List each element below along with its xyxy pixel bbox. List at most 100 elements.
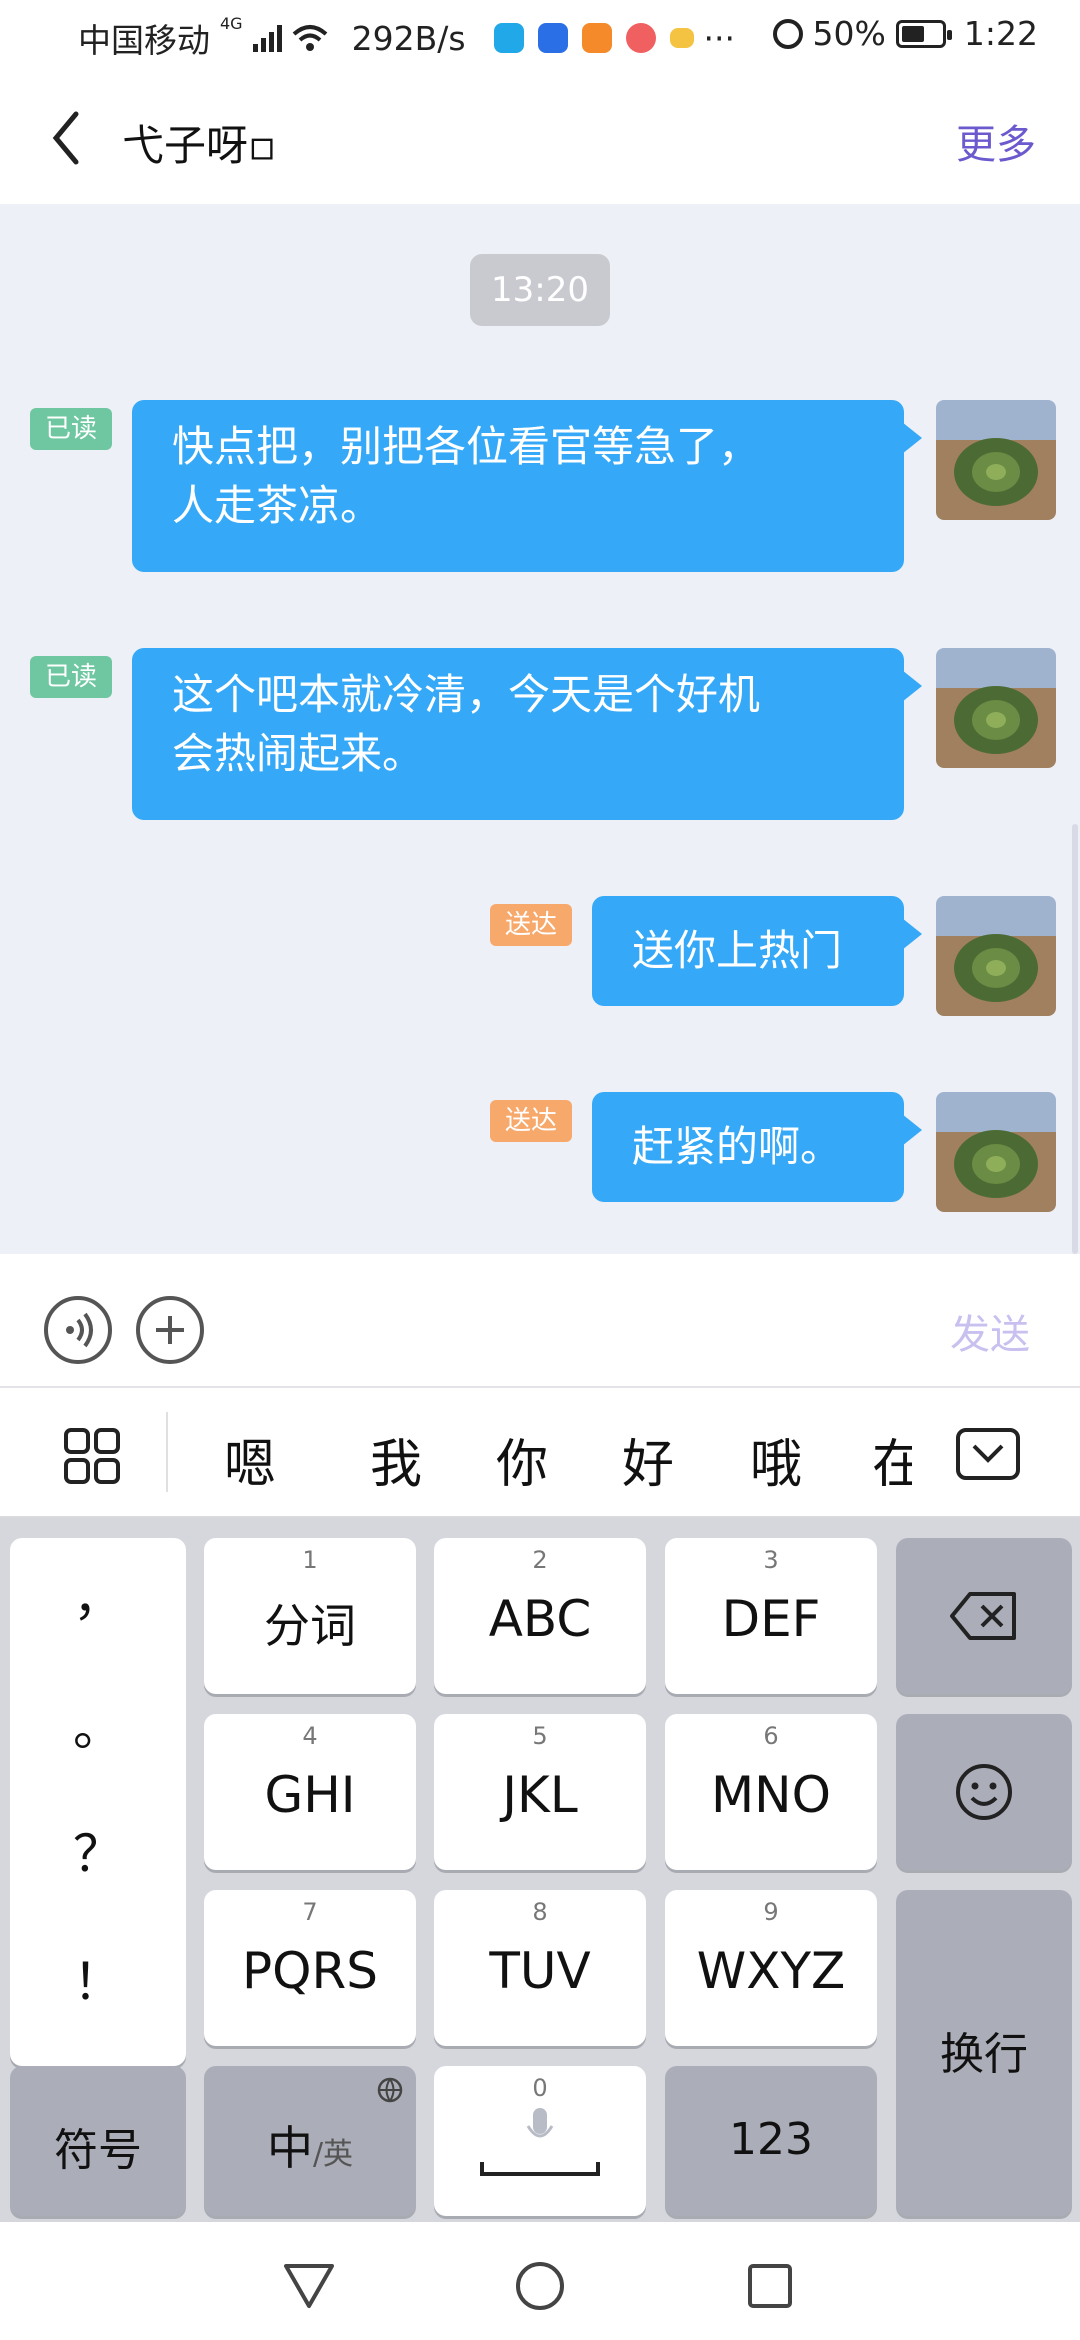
video-app-icon <box>581 23 612 53</box>
chevron-left-icon <box>52 111 79 165</box>
message-bubble[interactable]: 这个吧本就冷清，今天是个好机 会热闹起来。 <box>132 648 922 820</box>
smiley-icon <box>956 1764 1012 1820</box>
symbols-key[interactable]: 符号 <box>10 2066 186 2216</box>
send-button[interactable]: 发送 <box>950 1302 1030 1360</box>
backspace-icon <box>950 1592 1016 1640</box>
emoji-key[interactable] <box>896 1714 1072 1870</box>
more-notifications-icon: ··· <box>703 18 735 58</box>
key-1[interactable]: 1 分词 <box>204 1538 416 1694</box>
chat-message-area[interactable]: 13:20 已读 快点把，别把各位看官等急了， 人走茶凉。 已读 这个吧本就冷清… <box>0 204 1080 1254</box>
scrollbar[interactable] <box>1072 824 1078 1254</box>
battery-icon <box>895 19 952 48</box>
key-label: TUV <box>489 1942 591 2000</box>
plus-icon <box>156 1316 184 1344</box>
home-circle-icon[interactable] <box>514 2260 566 2312</box>
delivered-status-badge: 送达 <box>490 1100 572 1142</box>
lang-main-label: 中 <box>266 2121 313 2175</box>
key-number: 2 <box>532 1546 548 1574</box>
space-key[interactable]: 0 <box>434 2066 646 2216</box>
signal-icon <box>252 24 282 52</box>
message-text: 送你上热门 <box>632 926 843 975</box>
key-number: 3 <box>763 1546 779 1574</box>
ime-candidate-bar: 嗯 我 你 好 哦 在 <box>0 1388 1080 1518</box>
lang-label: 中/英 <box>204 2112 416 2178</box>
voice-button[interactable] <box>44 1296 112 1364</box>
recents-square-icon[interactable] <box>746 2262 794 2310</box>
read-status-badge: 已读 <box>30 656 112 698</box>
key-number: 0 <box>532 2074 548 2102</box>
backspace-key[interactable] <box>896 1538 1072 1694</box>
candidate-word[interactable]: 好 <box>622 1422 674 1497</box>
candidate-word[interactable]: 在 <box>872 1422 912 1492</box>
key-number: 4 <box>302 1722 318 1750</box>
delivered-status-badge: 送达 <box>490 904 572 946</box>
candidate-word[interactable]: 我 <box>370 1422 422 1497</box>
system-nav-bar <box>0 2222 1080 2340</box>
folder-app-icon <box>669 28 694 48</box>
key-label: MNO <box>711 1766 831 1824</box>
clock: 1:22 <box>963 14 1038 53</box>
add-attachment-button[interactable] <box>136 1296 204 1364</box>
back-button[interactable] <box>44 108 94 168</box>
wifi-icon <box>292 23 328 53</box>
key-4[interactable]: 4 GHI <box>204 1714 416 1870</box>
punct-period-key[interactable]: 。 <box>10 1688 186 1760</box>
globe-icon <box>377 2077 403 2103</box>
punct-exclaim-key[interactable]: ！ <box>10 1942 186 2014</box>
avatar[interactable] <box>936 896 1056 1016</box>
candidate-clip: 在 <box>872 1422 912 1492</box>
punct-comma-key[interactable]: ， <box>10 1558 186 1630</box>
back-triangle-icon[interactable] <box>282 2262 336 2310</box>
chat-header: 弋子呀▫ 更多 <box>0 72 1080 204</box>
microphone-icon <box>526 2108 554 2138</box>
key-label: DEF <box>721 1590 821 1648</box>
message-text: 人走茶凉。 <box>172 480 383 530</box>
key-label: 123 <box>729 2114 813 2165</box>
candidate-word[interactable]: 你 <box>496 1422 548 1497</box>
key-label: JKL <box>502 1766 578 1824</box>
more-button[interactable]: 更多 <box>956 112 1036 170</box>
candidate-word[interactable]: 哦 <box>750 1422 802 1497</box>
key-5[interactable]: 5 JKL <box>434 1714 646 1870</box>
status-bar: 中国移动 4G 292B/s ··· 50% 1:22 <box>0 0 1080 72</box>
avatar[interactable] <box>936 400 1056 520</box>
key-7[interactable]: 7 PQRS <box>204 1890 416 2046</box>
message-text: 会热闹起来。 <box>172 728 425 778</box>
key-8[interactable]: 8 TUV <box>434 1890 646 2046</box>
avatar[interactable] <box>936 1092 1056 1212</box>
key-2[interactable]: 2 ABC <box>434 1538 646 1694</box>
battery-percent: 50% <box>812 14 886 53</box>
key-label: 符号 <box>54 2125 142 2176</box>
voice-icon <box>66 1312 93 1348</box>
candidate-word[interactable]: 嗯 <box>224 1422 276 1497</box>
weibo-app-icon <box>625 23 656 53</box>
message-bubble[interactable]: 快点把，别把各位看官等急了， 人走茶凉。 <box>132 400 922 572</box>
key-9[interactable]: 9 WXYZ <box>665 1890 877 2046</box>
enter-key[interactable]: 换行 <box>896 1890 1072 2216</box>
alarm-icon <box>772 18 803 49</box>
punct-question-key[interactable]: ？ <box>10 1814 186 1886</box>
network-type-label: 4G <box>220 14 243 33</box>
message-text: 这个吧本就冷清，今天是个好机 <box>172 670 761 719</box>
avatar[interactable] <box>936 648 1056 768</box>
collapse-keyboard-button[interactable] <box>956 1428 1020 1480</box>
space-bar-indicator <box>480 2162 600 2176</box>
chat-title: 弋子呀▫ <box>122 121 277 170</box>
numbers-key[interactable]: 123 <box>665 2066 877 2216</box>
key-number: 9 <box>763 1898 779 1926</box>
key-3[interactable]: 3 DEF <box>665 1538 877 1694</box>
time-badge: 13:20 <box>470 254 610 326</box>
key-6[interactable]: 6 MNO <box>665 1714 877 1870</box>
key-label: GHI <box>264 1766 356 1824</box>
net-speed-label: 292B/s <box>351 18 466 58</box>
carrier-label: 中国移动 <box>78 21 210 60</box>
punctuation-panel: ， 。 ？ ！ <box>10 1538 186 2066</box>
key-label: ABC <box>488 1590 592 1648</box>
grid-menu-icon[interactable] <box>64 1428 120 1484</box>
lang-alt-label: /英 <box>312 2137 354 2172</box>
browser-app-icon <box>493 23 524 53</box>
message-bubble[interactable]: 送你上热门 <box>592 896 922 1006</box>
chevron-down-icon <box>956 1428 1020 1480</box>
language-switch-key[interactable]: 中/英 <box>204 2066 416 2216</box>
message-bubble[interactable]: 赶紧的啊。 <box>592 1092 922 1202</box>
